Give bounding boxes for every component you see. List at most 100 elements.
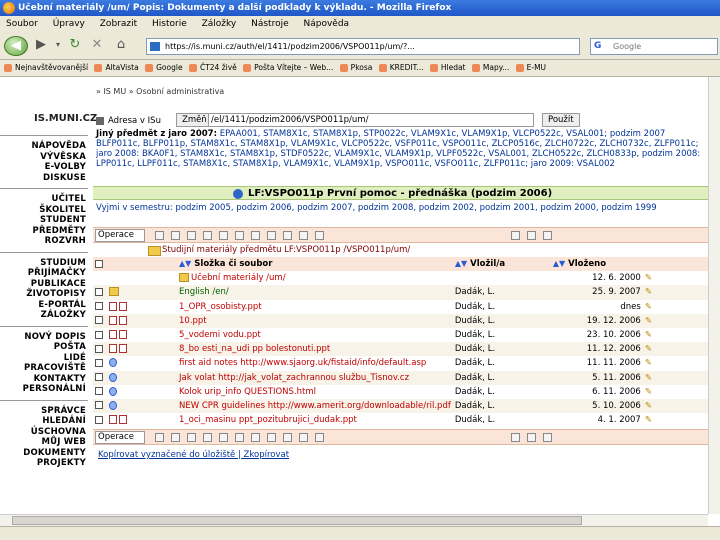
menu-history[interactable]: Historie xyxy=(152,19,187,29)
file-name[interactable]: NEW CPR guidelines http://www.amerit.org… xyxy=(179,401,451,411)
bookmark-item[interactable]: Nejnavštěvovanější xyxy=(4,60,88,76)
sort-arrows-icon[interactable]: ▲▼ xyxy=(553,259,565,268)
nav-link[interactable]: PUBLIKACE xyxy=(0,279,86,290)
help-icon[interactable] xyxy=(315,433,324,442)
search-icon[interactable] xyxy=(543,433,552,442)
breadcrumb[interactable]: » IS MU » Osobní administrativa xyxy=(96,87,224,96)
upload-icon[interactable] xyxy=(219,433,228,442)
sort-arrows-icon[interactable]: ▲▼ xyxy=(455,259,467,268)
nav-link[interactable]: KONTAKTY xyxy=(0,374,86,385)
table-row[interactable]: English /en/ Dadák, L. 25. 9. 2007 ✎ xyxy=(93,285,708,300)
nav-link[interactable]: SPRÁVCE xyxy=(0,406,86,417)
sort-arrows-icon[interactable]: ▲▼ xyxy=(179,259,191,268)
lock-icon[interactable] xyxy=(527,231,536,240)
select-all-checkbox[interactable] xyxy=(95,259,103,268)
menu-edit[interactable]: Úpravy xyxy=(53,19,85,29)
home-icon[interactable]: ⌂ xyxy=(112,36,130,56)
rights-icon[interactable] xyxy=(267,231,276,240)
delete-icon[interactable] xyxy=(203,433,212,442)
print-icon[interactable] xyxy=(283,231,292,240)
operations-select[interactable]: Operace xyxy=(95,431,145,444)
menu-tools[interactable]: Nástroje xyxy=(251,19,289,29)
vertical-scrollbar[interactable] xyxy=(708,77,720,514)
menu-file[interactable]: Soubor xyxy=(6,19,38,29)
nav-link[interactable]: POŠTA xyxy=(0,342,86,353)
row-checkbox[interactable] xyxy=(95,302,103,311)
column-name-header[interactable]: Složka či soubor xyxy=(194,259,272,269)
nav-link[interactable]: DOKUMENTY xyxy=(0,448,86,459)
bookmark-item[interactable]: KREDIT... xyxy=(378,60,423,76)
file-name[interactable]: 8_bo esti_na_udi pp bolestonuti.ppt xyxy=(179,344,330,354)
bookmark-item[interactable]: E-MU xyxy=(515,60,546,76)
print-icon[interactable] xyxy=(283,433,292,442)
nav-link[interactable]: E-PORTÁL xyxy=(0,300,86,311)
copy-icon[interactable] xyxy=(187,433,196,442)
file-name[interactable]: English /en/ xyxy=(179,287,229,297)
table-row[interactable]: NEW CPR guidelines http://www.amerit.org… xyxy=(93,398,708,414)
pin-icon[interactable]: ✎ xyxy=(642,313,708,328)
help-icon[interactable] xyxy=(315,231,324,240)
folder-path[interactable]: Studijní materiály předmětu LF:VSPO011p … xyxy=(148,245,410,256)
file-owner[interactable]: Dadák, L. xyxy=(452,384,551,399)
pin-icon[interactable]: ✎ xyxy=(642,299,708,314)
table-row[interactable]: 5_vodemi vodu.ppt Dudák, L. 23. 10. 2006… xyxy=(93,327,708,343)
file-owner[interactable]: Dudák, L. xyxy=(452,413,551,428)
table-row-parent[interactable]: Učební materiály /um/ 12. 6. 2000 ✎ xyxy=(93,271,708,286)
table-row[interactable]: 8_bo esti_na_udi pp bolestonuti.ppt Dudá… xyxy=(93,342,708,357)
site-logo[interactable]: IS.MUNI.CZ xyxy=(34,113,97,124)
nav-link[interactable]: PERSONÁLNÍ xyxy=(0,384,86,395)
edit-icon[interactable] xyxy=(251,433,260,442)
horizontal-scrollbar[interactable] xyxy=(0,514,708,526)
menu-help[interactable]: Nápověda xyxy=(304,19,350,29)
delete-icon[interactable] xyxy=(203,231,212,240)
zip-icon[interactable] xyxy=(299,231,308,240)
bookmark-item[interactable]: ČT24 živě xyxy=(188,60,237,76)
search-box[interactable]: G Google xyxy=(590,38,718,55)
row-checkbox[interactable] xyxy=(95,316,103,325)
pin-icon[interactable]: ✎ xyxy=(642,285,708,300)
table-row[interactable]: Jak volat http://jak_volat_zachrannou sl… xyxy=(93,370,708,385)
settings-icon[interactable] xyxy=(511,433,520,442)
row-checkbox[interactable] xyxy=(95,287,103,296)
file-name[interactable]: 5_vodemi vodu.ppt xyxy=(179,330,261,340)
nav-link[interactable]: E-VOLBY xyxy=(0,162,86,173)
bookmark-item[interactable]: Pkosa xyxy=(339,60,372,76)
file-name[interactable]: 10.ppt xyxy=(179,316,207,326)
file-name[interactable]: Učební materiály /um/ xyxy=(191,273,286,283)
file-owner[interactable]: Dadák, L. xyxy=(452,370,551,385)
table-row[interactable]: 1_OPR_osobisty.ppt Dudák, L. dnes ✎ xyxy=(93,299,708,314)
file-name[interactable]: first aid notes http://www.sjaorg.uk/fis… xyxy=(179,358,426,368)
forward-button[interactable]: ▶ xyxy=(32,36,50,56)
menu-view[interactable]: Zobrazit xyxy=(100,19,137,29)
bookmark-item[interactable]: Pošta Vítejte – Web... xyxy=(243,60,333,76)
new-folder-icon[interactable] xyxy=(235,231,244,240)
new-folder-icon[interactable] xyxy=(235,433,244,442)
nav-link[interactable]: STUDIUM xyxy=(0,258,86,269)
bookmark-item[interactable]: AltaVista xyxy=(94,60,139,76)
row-checkbox[interactable] xyxy=(95,387,103,396)
nav-link[interactable]: ZÁLOŽKY xyxy=(0,310,86,321)
table-row[interactable]: 10.ppt Dudák, L. 19. 12. 2006 ✎ xyxy=(93,313,708,328)
nav-link[interactable]: PŘIJÍMAČKY xyxy=(0,268,86,279)
nav-link[interactable]: ŽIVOTOPISY xyxy=(0,289,86,300)
row-checkbox[interactable] xyxy=(95,401,103,410)
mail-icon[interactable] xyxy=(155,231,164,240)
file-name[interactable]: 1_OPR_osobisty.ppt xyxy=(179,302,262,312)
bookmark-item[interactable]: Google xyxy=(145,60,183,76)
mail-icon[interactable] xyxy=(155,433,164,442)
file-owner[interactable]: Dadák, L. xyxy=(452,285,551,300)
stop-icon[interactable]: ✕ xyxy=(88,36,106,56)
row-checkbox[interactable] xyxy=(95,373,103,382)
table-row[interactable]: 1_oci_masinu ppt_pozitubrujici_dudak.ppt… xyxy=(93,413,708,428)
pin-icon[interactable]: ✎ xyxy=(642,356,708,371)
address-input[interactable]: /el/1411/podzim2006/VSPO011p/um/ xyxy=(208,113,534,127)
file-name[interactable]: Kolok urip_info QUESTIONS.html xyxy=(179,387,316,397)
table-row[interactable]: Kolok urip_info QUESTIONS.html Dadák, L.… xyxy=(93,384,708,399)
menu-bookmarks[interactable]: Záložky xyxy=(202,19,237,29)
row-checkbox[interactable] xyxy=(95,358,103,367)
upload-icon[interactable] xyxy=(219,231,228,240)
pin-icon[interactable]: ✎ xyxy=(642,384,708,399)
semester-links[interactable]: Vyjmi v semestru: podzim 2005, podzim 20… xyxy=(96,203,706,213)
pin-icon[interactable]: ✎ xyxy=(642,398,708,414)
settings-icon[interactable] xyxy=(511,231,520,240)
